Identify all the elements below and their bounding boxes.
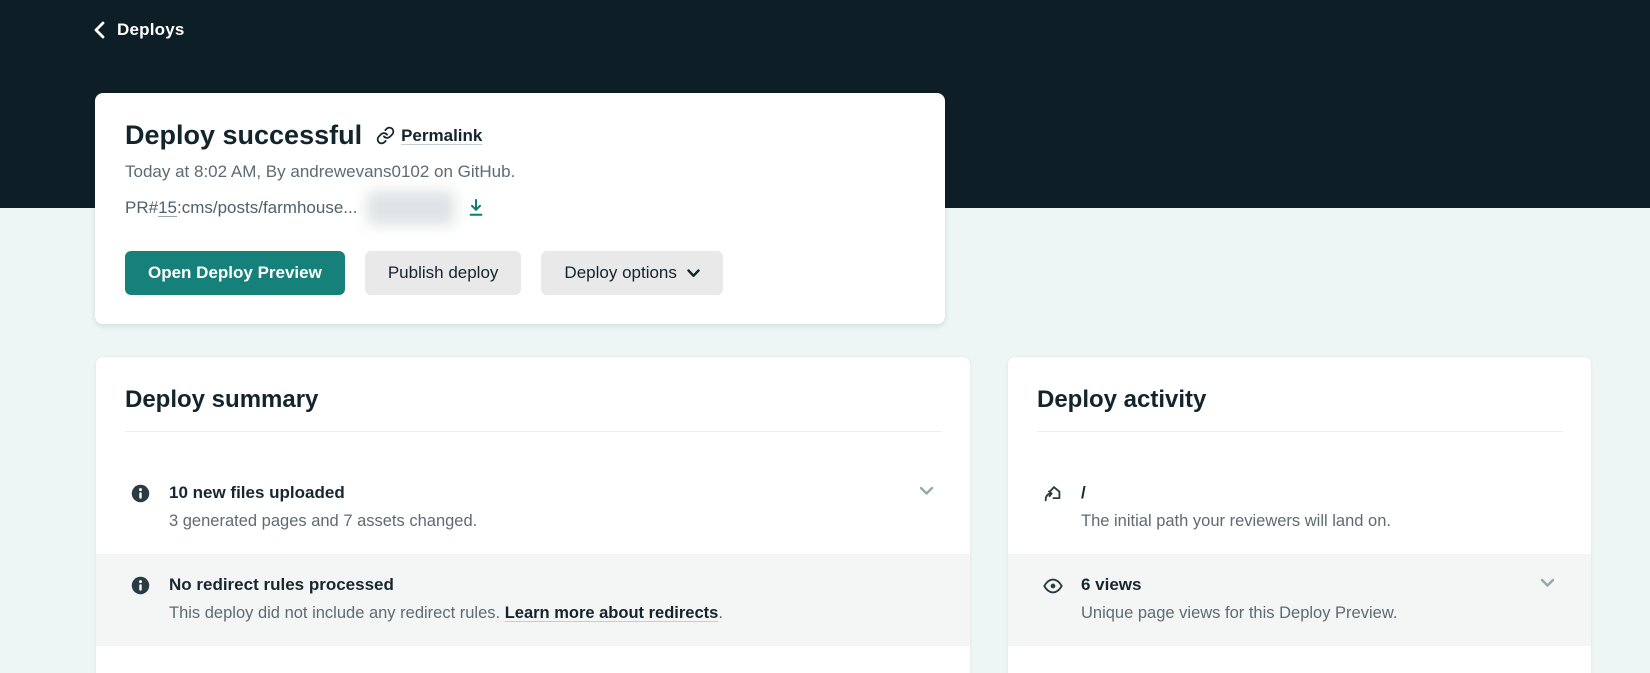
permalink-label: Permalink [401,125,483,145]
deploy-status-title: Deploy successful [125,120,363,150]
summary-row-new-files[interactable]: 10 new files uploaded 3 generated pages … [96,462,970,554]
learn-more-redirects-link[interactable]: Learn more about redirects [505,604,719,622]
breadcrumb-label: Deploys [117,20,185,39]
deploy-options-button[interactable]: Deploy options [541,251,723,295]
permalink-link[interactable]: Permalink [376,126,482,146]
deploy-summary-card: Deploy summary 10 new files uploaded 3 g… [95,356,971,673]
chevron-down-icon [687,268,700,278]
row-description: The initial path your reviewers will lan… [1081,512,1391,530]
publish-deploy-button[interactable]: Publish deploy [364,251,522,295]
deploy-activity-title: Deploy activity [1037,386,1207,413]
activity-row-initial-path: / The initial path your reviewers will l… [1008,462,1591,554]
deploy-summary-rows: 10 new files uploaded 3 generated pages … [96,462,970,646]
row-text: 10 new files uploaded 3 generated pages … [169,482,477,532]
deploy-title-row: Deploy successful Permalink [125,120,915,151]
info-icon [130,574,152,596]
activity-row-views[interactable]: 6 views Unique page views for this Deplo… [1008,554,1591,646]
redacted-commit-blob [367,191,456,225]
row-description-period: . [718,604,723,622]
row-text: No redirect rules processed This deploy … [169,574,723,624]
row-title: / [1081,483,1086,502]
pr-number-link[interactable]: 15 [158,198,177,218]
row-title: 6 views [1081,575,1142,594]
deploy-status-card: Deploy successful Permalink Today at 8:0… [95,93,945,324]
deploy-summary-title: Deploy summary [125,386,319,413]
summary-row-redirects: No redirect rules processed This deploy … [96,554,970,646]
deploy-activity-rows: / The initial path your reviewers will l… [1008,462,1591,646]
pr-prefix: PR# [125,198,159,217]
row-description-text: This deploy did not include any redirect… [169,604,505,622]
chevron-down-icon[interactable] [1540,574,1555,588]
views-icon [1042,574,1064,597]
row-text: / The initial path your reviewers will l… [1081,482,1391,532]
link-icon [376,126,395,145]
divider [1037,431,1563,432]
row-title: 10 new files uploaded [169,483,345,502]
chevron-down-icon[interactable] [919,482,934,496]
row-text: 6 views Unique page views for this Deplo… [1081,574,1397,624]
deploy-actions: Open Deploy Preview Publish deploy Deplo… [125,251,915,295]
deploy-options-label: Deploy options [564,263,677,282]
download-icon[interactable] [467,198,485,218]
row-description: Unique page views for this Deploy Previe… [1081,604,1398,622]
pr-path: :cms/posts/farmhouse... [177,198,358,217]
divider [125,431,942,432]
row-description: This deploy did not include any redirect… [169,602,723,624]
row-title: No redirect rules processed [169,575,394,594]
initial-path-icon [1042,482,1064,505]
breadcrumb-back-deploys[interactable]: Deploys [0,0,185,40]
chevron-left-icon [92,20,107,40]
open-deploy-preview-button[interactable]: Open Deploy Preview [125,251,345,295]
deploy-activity-card: Deploy activity / The initial path your … [1007,356,1592,673]
info-icon [130,482,152,504]
lower-cards-row: Deploy summary 10 new files uploaded 3 g… [95,356,1650,673]
deploy-pr-line: PR# 15:cms/posts/farmhouse... [125,191,915,225]
deploy-byline: Today at 8:02 AM, By andrewevans0102 on … [125,162,516,181]
row-description: 3 generated pages and 7 assets changed. [169,512,478,530]
